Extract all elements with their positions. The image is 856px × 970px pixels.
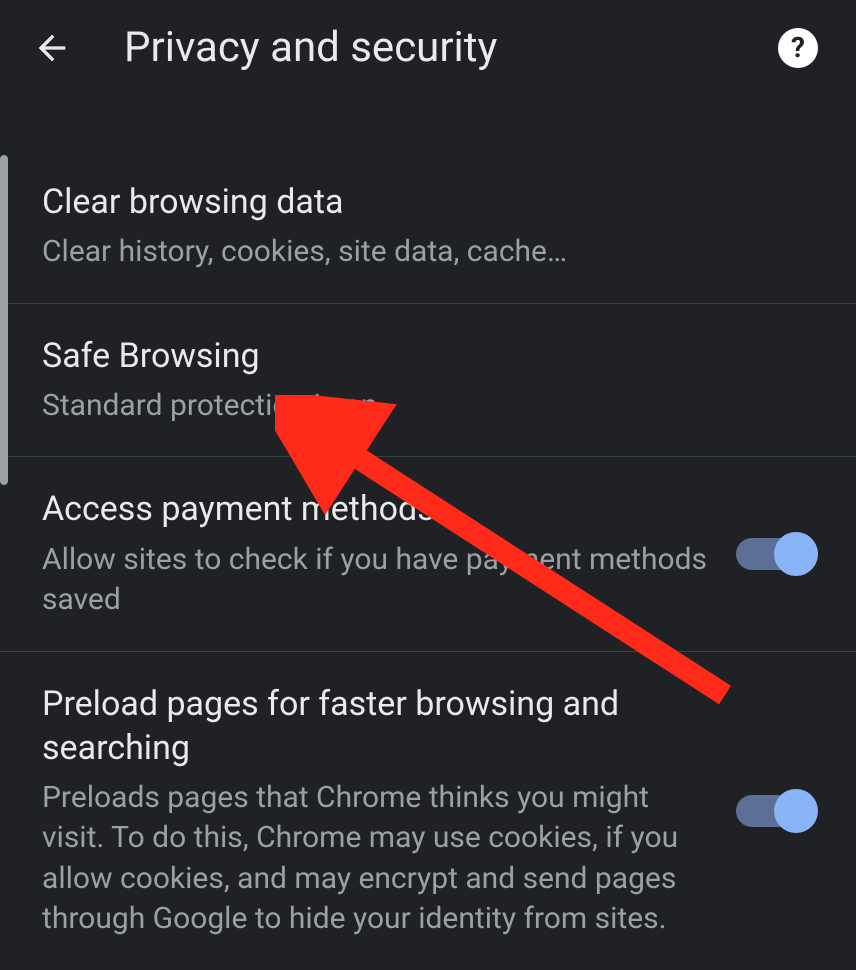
toggle-thumb [774, 789, 818, 833]
item-title: Access payment methods [42, 487, 712, 531]
clear-browsing-data-item[interactable]: Clear browsing data Clear history, cooki… [0, 150, 856, 304]
item-subtitle: Standard protection is on [42, 386, 814, 427]
item-title: Clear browsing data [42, 180, 814, 224]
arrow-back-icon [32, 28, 72, 68]
item-title: Safe Browsing [42, 334, 814, 378]
preload-pages-toggle[interactable] [736, 795, 814, 827]
item-subtitle: Preloads pages that Chrome thinks you mi… [42, 778, 712, 940]
safe-browsing-item[interactable]: Safe Browsing Standard protection is on [0, 304, 856, 458]
item-text: Clear browsing data Clear history, cooki… [42, 180, 814, 273]
item-text: Access payment methods Allow sites to ch… [42, 487, 712, 620]
toggle-thumb [774, 532, 818, 576]
settings-list: Clear browsing data Clear history, cooki… [0, 95, 856, 970]
back-button[interactable] [28, 24, 76, 72]
header: Privacy and security ? [0, 0, 856, 95]
item-title: Preload pages for faster browsing and se… [42, 682, 712, 770]
payment-methods-toggle[interactable] [736, 538, 814, 570]
help-icon: ? [791, 31, 805, 64]
item-subtitle: Clear history, cookies, site data, cache… [42, 232, 814, 273]
scroll-indicator[interactable] [0, 155, 8, 485]
item-text: Preload pages for faster browsing and se… [42, 682, 712, 940]
item-text: Safe Browsing Standard protection is on [42, 334, 814, 427]
preload-pages-item[interactable]: Preload pages for faster browsing and se… [0, 652, 856, 970]
item-subtitle: Allow sites to check if you have payment… [42, 540, 712, 621]
access-payment-methods-item[interactable]: Access payment methods Allow sites to ch… [0, 457, 856, 651]
help-button[interactable]: ? [778, 28, 818, 68]
page-title: Privacy and security [124, 23, 778, 72]
